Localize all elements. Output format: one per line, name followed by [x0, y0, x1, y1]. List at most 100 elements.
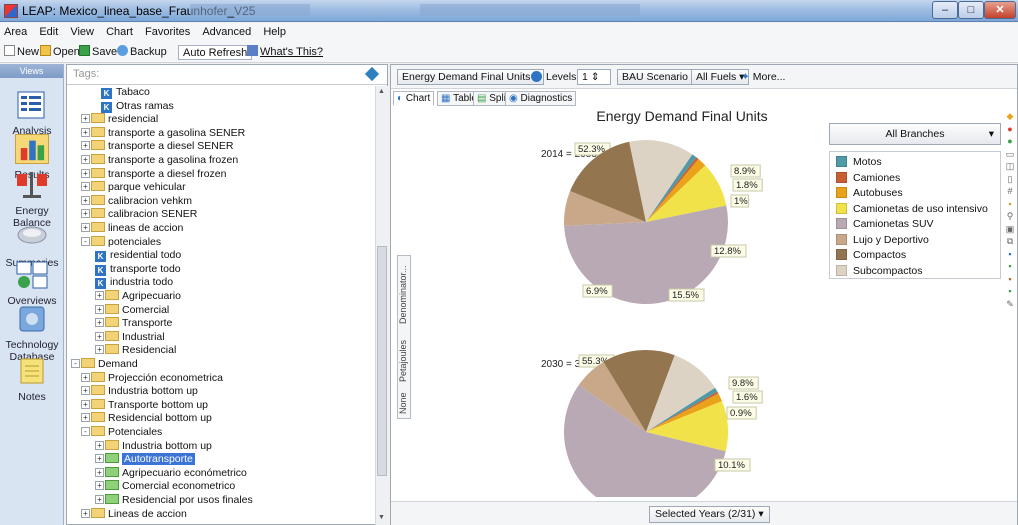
- expand-icon[interactable]: +: [95, 345, 104, 355]
- expand-icon[interactable]: +: [81, 399, 90, 409]
- expand-icon[interactable]: +: [81, 141, 90, 151]
- collapse-icon[interactable]: -: [71, 359, 80, 368]
- label-icon[interactable]: ▪: [1003, 199, 1017, 212]
- expand-icon[interactable]: +: [95, 481, 104, 491]
- expand-icon[interactable]: +: [95, 467, 104, 477]
- expand-icon[interactable]: +: [95, 454, 104, 464]
- tree-node[interactable]: Ktransporte todo: [95, 263, 181, 276]
- tree-node[interactable]: + Residencial: [95, 344, 176, 357]
- menu-favorites[interactable]: Favorites: [139, 23, 193, 38]
- print-icon[interactable]: ▣: [1003, 224, 1017, 237]
- expand-icon[interactable]: +: [81, 195, 90, 205]
- tree-node[interactable]: + transporte a gasolina frozen: [81, 154, 238, 167]
- minimize-button[interactable]: –: [932, 1, 958, 19]
- export-icon[interactable]: ▪: [1003, 249, 1017, 262]
- tags-bar[interactable]: Tags:: [67, 65, 387, 85]
- tree-node[interactable]: + residencial: [81, 113, 158, 126]
- tree-node[interactable]: K Otras ramas: [101, 100, 174, 113]
- scroll-up-icon[interactable]: ▲: [378, 88, 385, 95]
- tree-node[interactable]: + Agripecuario: [95, 290, 181, 303]
- tree-node[interactable]: + Industria bottom up: [81, 385, 198, 398]
- copy-icon[interactable]: ⧉: [1003, 236, 1017, 249]
- view-technology-database[interactable]: Technology Database: [0, 304, 64, 363]
- tree-node[interactable]: + Industrial: [95, 330, 165, 344]
- palette-icon[interactable]: ●: [1003, 136, 1017, 149]
- open-button[interactable]: Open: [40, 45, 80, 60]
- scenario-dropdown[interactable]: BAU Scenario ▾: [617, 69, 702, 85]
- expand-icon[interactable]: +: [81, 209, 90, 219]
- powerpoint-icon[interactable]: ▪: [1003, 274, 1017, 287]
- tree-node[interactable]: + Residencial bottom up: [81, 412, 212, 425]
- expand-icon[interactable]: +: [81, 386, 90, 396]
- expand-icon[interactable]: +: [81, 127, 90, 137]
- menu-advanced[interactable]: Advanced: [196, 23, 254, 38]
- chart-type-icon[interactable]: ▭: [1003, 149, 1017, 162]
- variable-dropdown[interactable]: Energy Demand Final Units ▾: [397, 69, 544, 85]
- view-analysis[interactable]: Analysis: [0, 90, 64, 137]
- view-overviews[interactable]: Overviews: [0, 260, 64, 307]
- tree-node[interactable]: + Industria bottom up: [95, 439, 212, 453]
- tree-node[interactable]: - potenciales: [81, 235, 161, 249]
- view-notes[interactable]: Notes: [0, 356, 64, 403]
- tree-node[interactable]: Kindustria todo: [95, 276, 173, 290]
- tree-node[interactable]: + Residencial por usos finales: [95, 494, 253, 507]
- scrollbar-thumb[interactable]: [377, 246, 387, 476]
- tree-node[interactable]: + calibracion SENER: [81, 208, 197, 221]
- close-button[interactable]: ✕: [984, 1, 1016, 19]
- excel-icon[interactable]: ▪: [1003, 261, 1017, 274]
- tree-node[interactable]: - Potenciales: [81, 426, 162, 439]
- format-icon[interactable]: ◆: [1003, 111, 1017, 124]
- tree-node[interactable]: + transporte a gasolina SENER: [81, 126, 245, 140]
- backup-button[interactable]: Backup: [117, 45, 167, 60]
- new-button[interactable]: New: [4, 45, 39, 60]
- view-energy-balance[interactable]: Energy Balance: [0, 170, 64, 229]
- tab-diagnostics[interactable]: ◉ Diagnostics: [505, 91, 577, 106]
- expand-icon[interactable]: +: [95, 291, 104, 300]
- tree-scrollbar[interactable]: ▲ ▼: [375, 86, 388, 525]
- tree-node[interactable]: K Tabaco: [101, 86, 150, 99]
- whats-this-button[interactable]: What's This?: [247, 45, 323, 60]
- denominator-tab[interactable]: Denominator...: [398, 260, 410, 330]
- tree-node[interactable]: + Projección econometrica: [81, 371, 223, 385]
- tree-node[interactable]: + Transporte bottom up: [81, 398, 208, 412]
- save-chart-icon[interactable]: ▪: [1003, 286, 1017, 299]
- tree-node[interactable]: + calibracion vehkm: [81, 194, 192, 208]
- levels-stepper[interactable]: 1 ⇕: [577, 69, 611, 85]
- tree-node[interactable]: + transporte a diesel SENER: [81, 140, 233, 153]
- save-button[interactable]: Save: [79, 45, 117, 60]
- grid-icon[interactable]: #: [1003, 186, 1017, 199]
- collapse-icon[interactable]: -: [81, 427, 90, 436]
- expand-icon[interactable]: +: [95, 440, 104, 450]
- tree-node[interactable]: + Agripecuario económetrico: [95, 466, 247, 480]
- info-icon[interactable]: [531, 71, 542, 82]
- tree-node[interactable]: + Lineas de accion: [81, 507, 187, 521]
- tree-node[interactable]: + transporte a diesel frozen: [81, 167, 226, 181]
- expand-icon[interactable]: +: [81, 182, 90, 192]
- color-icon[interactable]: ●: [1003, 124, 1017, 137]
- menu-edit[interactable]: Edit: [33, 23, 61, 38]
- menu-area[interactable]: Area: [0, 23, 30, 38]
- expand-icon[interactable]: +: [81, 372, 90, 382]
- menu-help[interactable]: Help: [257, 23, 289, 38]
- expand-icon[interactable]: +: [81, 168, 90, 178]
- menu-chart[interactable]: Chart: [100, 23, 136, 38]
- expand-icon[interactable]: +: [81, 508, 90, 518]
- collapse-icon[interactable]: -: [81, 236, 90, 246]
- selected-years-button[interactable]: Selected Years (2/31) ▾: [649, 506, 770, 523]
- expand-icon[interactable]: +: [81, 223, 90, 232]
- expand-icon[interactable]: +: [95, 495, 104, 504]
- auto-refresh-button[interactable]: Auto Refresh: [178, 45, 253, 60]
- expand-icon[interactable]: +: [95, 318, 104, 328]
- stack-icon[interactable]: ▯: [1003, 174, 1017, 187]
- tree-node[interactable]: Kresidential todo: [95, 249, 181, 263]
- tree-node[interactable]: + Autotransporte: [95, 453, 195, 466]
- tree-node[interactable]: + Comercial: [95, 303, 169, 317]
- more-button[interactable]: ✦ More...: [741, 71, 785, 83]
- petajoules-tab[interactable]: Petajoules: [398, 338, 410, 384]
- menu-view[interactable]: View: [64, 23, 97, 38]
- tag-icon[interactable]: [364, 66, 380, 82]
- tree-node[interactable]: - Demand: [71, 358, 138, 371]
- tree-node[interactable]: + Transporte: [95, 317, 172, 330]
- expand-icon[interactable]: +: [81, 413, 90, 423]
- tree-node[interactable]: + parque vehicular: [81, 181, 186, 194]
